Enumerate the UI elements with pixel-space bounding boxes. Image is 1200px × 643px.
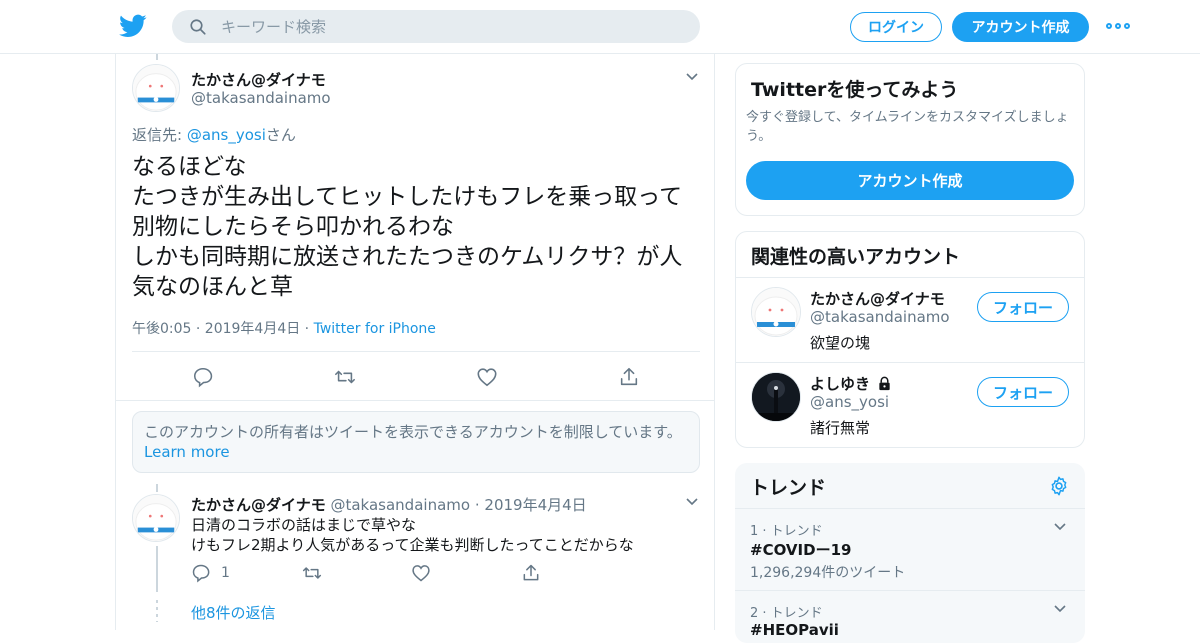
related-account-avatar[interactable]: [751, 372, 801, 422]
reply-author-handle[interactable]: @takasandainamo: [330, 496, 470, 514]
thread-connector-line: [156, 54, 158, 60]
daruma-avatar-image: [133, 65, 179, 111]
more-dots-icon[interactable]: [1106, 18, 1132, 34]
reply-count: 1: [221, 565, 230, 581]
meta-separator: ·: [300, 321, 314, 337]
reply-action-bar: 1: [191, 562, 631, 584]
thread-dotted-line: [156, 600, 158, 622]
like-button[interactable]: [411, 562, 521, 584]
related-account-item[interactable]: よしゆき @ans_yosi 諸行無常 フォロー: [736, 362, 1084, 447]
retweet-icon: [302, 567, 322, 579]
reply-to-line: 返信先: @ans_yosiさん: [132, 124, 296, 145]
reply-icon: [193, 367, 213, 388]
search-input[interactable]: [221, 17, 661, 36]
night-lighthouse-avatar-image: [752, 373, 800, 421]
tweet-source-link[interactable]: Twitter for iPhone: [314, 321, 436, 337]
follow-button[interactable]: フォロー: [977, 292, 1069, 322]
related-accounts-card: 関連性の高いアカウント たかさん@ダイナモ @takasandainamo 欲望…: [735, 231, 1085, 448]
login-button[interactable]: ログイン: [850, 12, 942, 42]
reply-button[interactable]: 1: [191, 562, 301, 584]
reply-author-name[interactable]: たかさん@ダイナモ: [191, 496, 326, 514]
share-icon: [523, 564, 539, 581]
reply-icon: [192, 564, 210, 583]
tweet-author-avatar[interactable]: [132, 64, 180, 112]
reply-to-mention-link[interactable]: @ans_yosi: [187, 126, 266, 144]
chevron-down-icon[interactable]: [685, 495, 699, 509]
trends-card: トレンド 1 · トレンド #COVIDー19 1,296,294件のツイート …: [735, 463, 1085, 643]
reply-to-suffix: さん: [265, 126, 296, 144]
share-icon: [620, 367, 638, 386]
related-account-name[interactable]: たかさん@ダイナモ: [810, 288, 945, 309]
follow-button[interactable]: フォロー: [977, 377, 1069, 407]
more-replies-link[interactable]: 他8件の返信: [191, 602, 276, 623]
search-bar[interactable]: [172, 10, 700, 43]
related-accounts-title: 関連性の高いアカウント: [751, 246, 961, 268]
reply-author-avatar[interactable]: [132, 494, 180, 542]
trend-tweet-count: 1,296,294件のツイート: [750, 565, 906, 581]
reply-text: 日清のコラボの話はまじで草やな けもフレ2期より人気があるって企業も判断したって…: [191, 516, 634, 554]
retweet-button[interactable]: [274, 359, 416, 395]
related-account-name-row[interactable]: よしゆき: [810, 373, 892, 394]
retweet-button[interactable]: [301, 562, 411, 584]
thread-connector-line: [156, 484, 158, 492]
signup-card-button[interactable]: アカウント作成: [746, 161, 1074, 200]
learn-more-link[interactable]: Learn more: [144, 442, 688, 462]
gear-icon[interactable]: [1048, 475, 1070, 497]
reply-to-prefix: 返信先:: [132, 126, 187, 144]
related-account-bio: 欲望の塊: [810, 334, 871, 352]
related-account-item[interactable]: たかさん@ダイナモ @takasandainamo 欲望の塊 フォロー: [736, 277, 1084, 363]
tweet-author-handle[interactable]: @takasandainamo: [191, 89, 331, 107]
reply-date[interactable]: 2019年4月4日: [484, 496, 586, 514]
restricted-notice-text: このアカウントの所有者はツイートを表示できるアカウントを制限しています。: [144, 423, 682, 441]
top-navigation-bar: ログイン アカウント作成: [0, 0, 1200, 54]
signup-card: Twitterを使ってみよう 今すぐ登録して、タイムラインをカスタマイズしましょ…: [735, 63, 1085, 216]
reply-header: たかさん@ダイナモ @takasandainamo · 2019年4月4日: [191, 494, 587, 515]
signup-card-description: 今すぐ登録して、タイムラインをカスタマイズしましょう。: [746, 110, 1069, 144]
tweet-bottom-divider: [116, 400, 714, 401]
trend-item[interactable]: 1 · トレンド #COVIDー19 1,296,294件のツイート: [735, 508, 1085, 590]
chevron-down-icon[interactable]: [685, 70, 699, 84]
signup-button[interactable]: アカウント作成: [952, 12, 1089, 42]
tweet-timestamp[interactable]: 午後0:05 · 2019年4月4日: [132, 321, 300, 337]
heart-icon: [412, 565, 430, 582]
related-account-avatar[interactable]: [751, 287, 801, 337]
trend-item[interactable]: 2 · トレンド #HEOPavii: [735, 590, 1085, 643]
tweet-action-bar: [132, 359, 700, 395]
trends-title: トレンド: [750, 477, 827, 499]
related-account-name[interactable]: よしゆき: [810, 375, 870, 393]
signup-card-title: Twitterを使ってみよう: [751, 79, 959, 101]
twitter-bird-icon[interactable]: [119, 12, 147, 40]
daruma-avatar-image: [752, 288, 800, 336]
share-button[interactable]: [558, 359, 700, 395]
restricted-notice: このアカウントの所有者はツイートを表示できるアカウントを制限しています。 Lea…: [132, 411, 700, 473]
trend-meta: 2 · トレンド: [750, 606, 823, 621]
reply-button[interactable]: [132, 359, 274, 395]
share-button[interactable]: [521, 562, 631, 584]
related-account-handle[interactable]: @ans_yosi: [810, 393, 889, 411]
tweet-metadata: 午後0:05 · 2019年4月4日 · Twitter for iPhone: [132, 318, 436, 338]
trend-meta: 1 · トレンド: [750, 524, 823, 539]
chevron-down-icon[interactable]: [1053, 520, 1067, 534]
tweet-author-name[interactable]: たかさん@ダイナモ: [191, 69, 326, 90]
tweet-text: なるほどな たつきが生み出してヒットしたけもフレを乗っ取って別物にしたらそら叩か…: [132, 154, 683, 300]
divider: [132, 351, 700, 352]
main-timeline-column: たかさん@ダイナモ @takasandainamo 返信先: @ans_yosi…: [115, 54, 715, 630]
related-account-handle[interactable]: @takasandainamo: [810, 308, 950, 326]
thread-connector-line: [156, 546, 158, 592]
lock-icon: [879, 376, 890, 391]
trend-hashtag[interactable]: #COVIDー19: [750, 539, 851, 560]
search-icon: [190, 18, 206, 35]
like-button[interactable]: [416, 359, 558, 395]
retweet-icon: [335, 370, 355, 384]
reply-separator: ·: [474, 496, 480, 514]
daruma-avatar-image: [133, 495, 179, 541]
trend-hashtag[interactable]: #HEOPavii: [750, 621, 839, 639]
related-account-bio: 諸行無常: [810, 419, 871, 437]
heart-icon: [477, 368, 497, 387]
chevron-down-icon[interactable]: [1053, 602, 1067, 616]
